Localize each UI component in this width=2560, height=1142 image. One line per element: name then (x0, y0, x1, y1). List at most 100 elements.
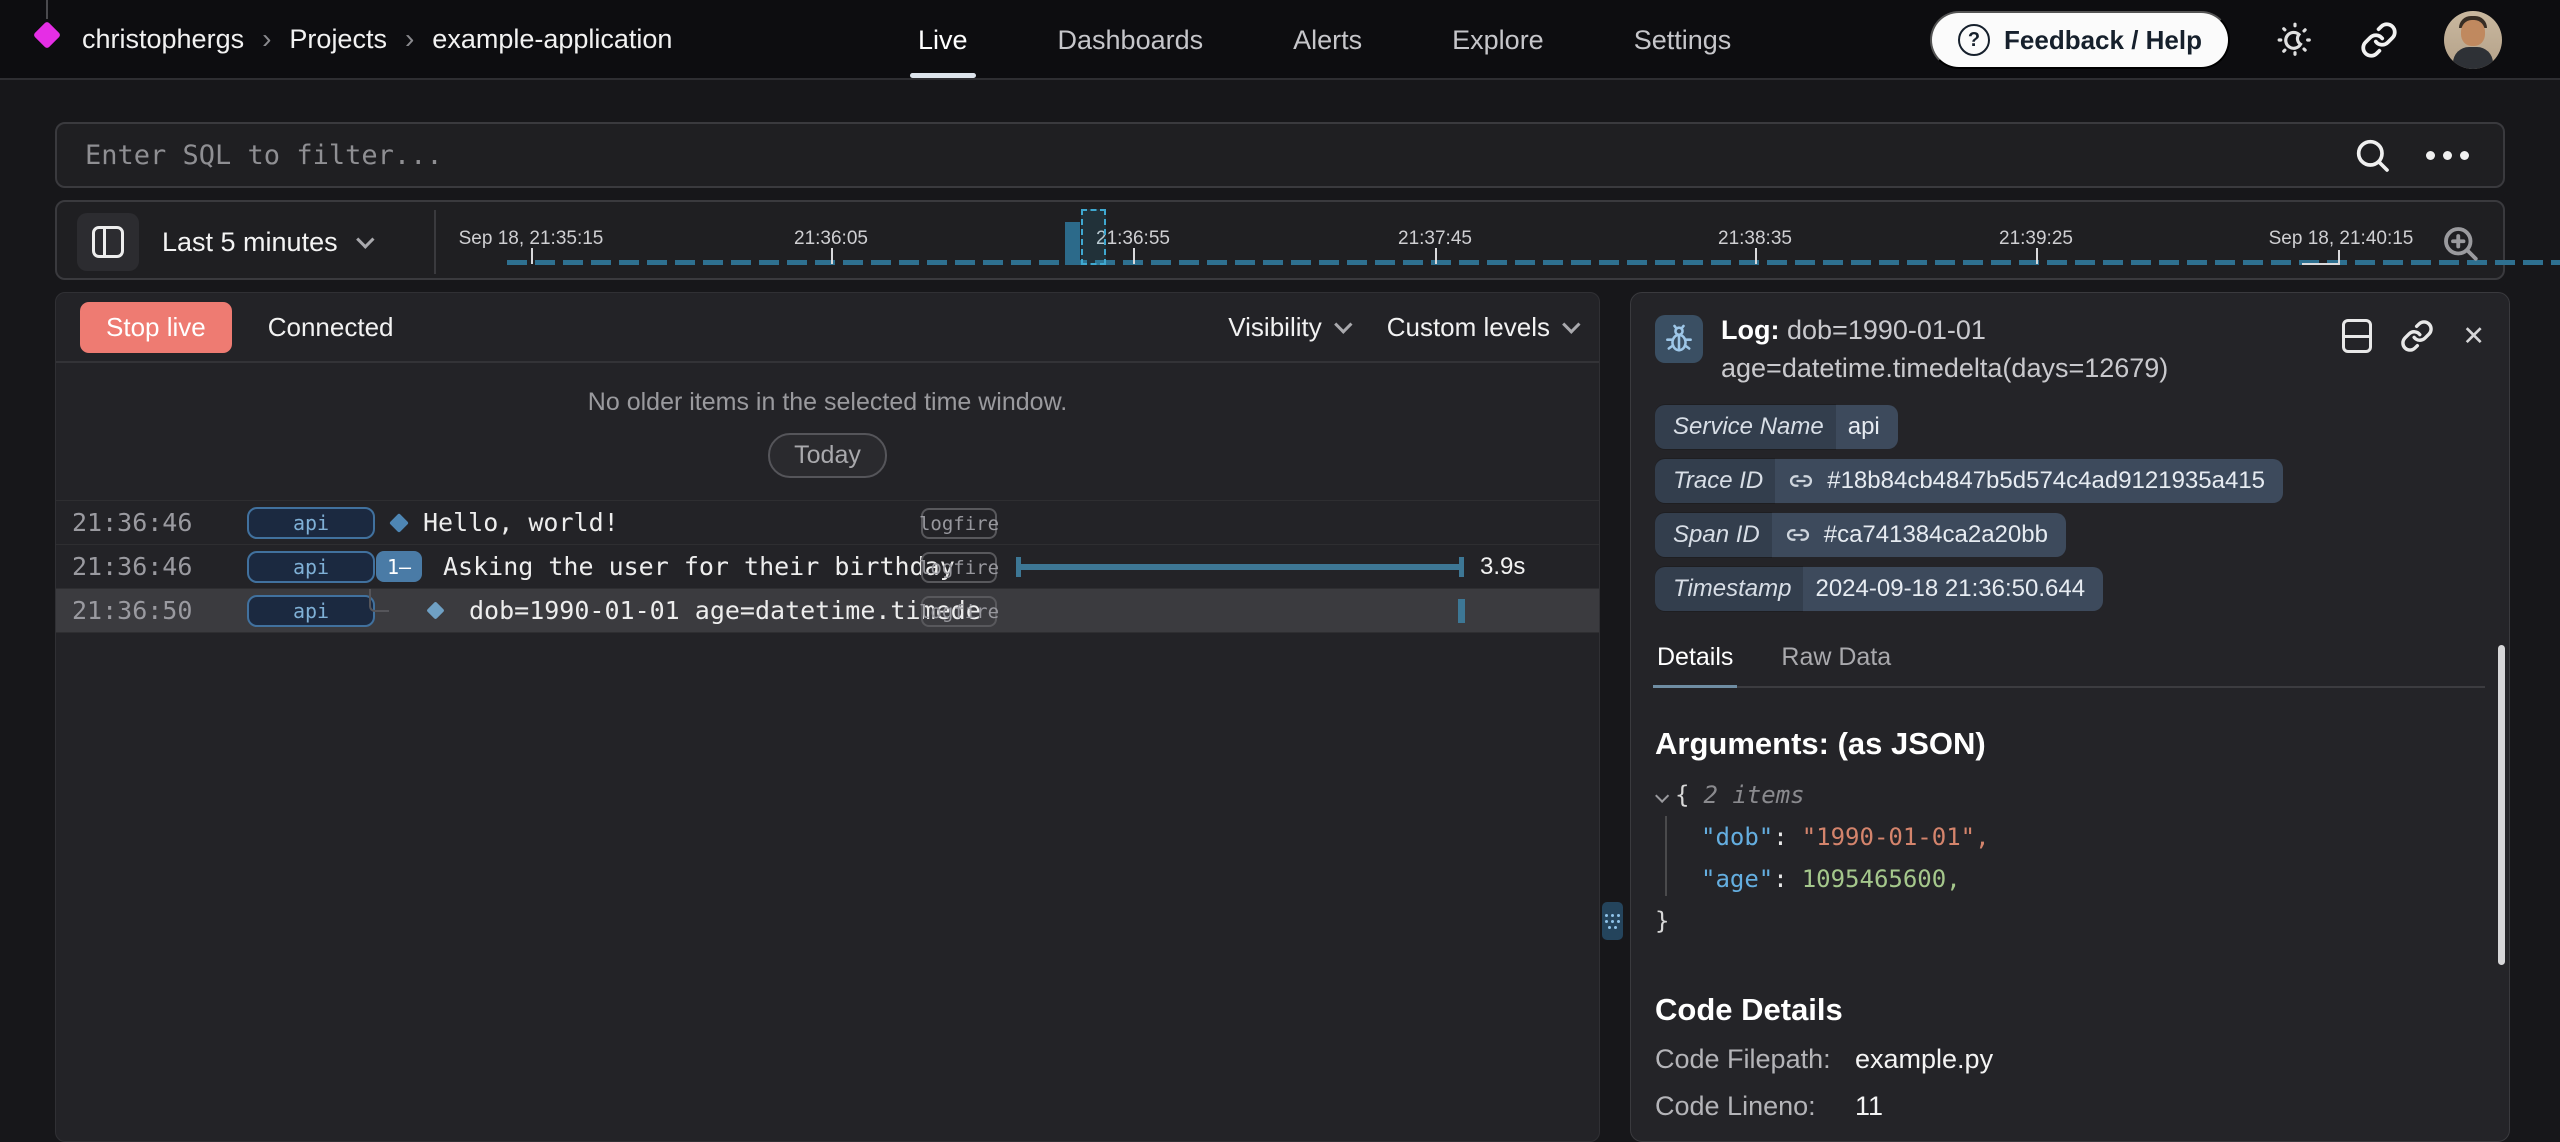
collapse-children-badge[interactable]: 1– (376, 551, 422, 582)
log-diamond-icon (426, 601, 444, 619)
detail-title: Log: dob=1990-01-01 age=datetime.timedel… (1721, 311, 2168, 387)
search-icon[interactable] (2352, 135, 2392, 175)
avatar-face (2461, 20, 2485, 46)
breadcrumb-projects[interactable]: Projects (289, 24, 387, 55)
timeline-tick (1435, 248, 1437, 264)
timeline-zoom-in-icon[interactable] (2439, 222, 2481, 264)
main-nav: Live Dashboards Alerts Explore Settings (908, 0, 1741, 80)
split-view-icon[interactable] (2342, 319, 2372, 353)
stop-live-button[interactable]: Stop live (80, 302, 232, 353)
pill-value: #ca741384ca2a20bb (1824, 521, 2048, 549)
timeline-canvas[interactable]: Sep 18, 21:35:15 21:36:05 21:36:55 21:37… (447, 202, 2423, 282)
time-range-dropdown[interactable]: Last 5 minutes (162, 202, 369, 282)
service-badge[interactable]: api (247, 507, 375, 539)
tab-raw-data[interactable]: Raw Data (1779, 637, 1893, 686)
span-id-pill[interactable]: Span ID #ca741384ca2a20bb (1655, 513, 2066, 557)
breadcrumb-org[interactable]: christophergs (82, 24, 244, 55)
connection-status: Connected (268, 312, 394, 343)
log-row-selected[interactable]: 21:36:50 api dob=1990-01-01 age=datetime… (56, 589, 1599, 633)
breadcrumb: christophergs › Projects › example-appli… (82, 23, 672, 55)
json-viewer: {2 items "dob": "1990-01-01", "age":10954… (1655, 774, 2485, 942)
tab-explore[interactable]: Explore (1442, 0, 1554, 80)
user-avatar[interactable] (2444, 11, 2502, 69)
feedback-help-label: Feedback / Help (2004, 25, 2202, 56)
tab-details[interactable]: Details (1655, 637, 1735, 686)
collapse-caret-icon[interactable] (1655, 789, 1669, 803)
visibility-label: Visibility (1228, 312, 1321, 343)
close-icon[interactable]: ✕ (2462, 323, 2485, 350)
sidebar-toggle-button[interactable] (77, 213, 139, 271)
timestamp-pill[interactable]: Timestamp 2024-09-18 21:36:50.644 (1655, 567, 2103, 611)
logfire-logo-icon[interactable] (34, 0, 60, 79)
breadcrumb-project-name[interactable]: example-application (432, 24, 672, 55)
json-colon: : (1773, 823, 1787, 851)
json-key: "dob" (1701, 823, 1773, 851)
custom-levels-dropdown[interactable]: Custom levels (1387, 312, 1575, 343)
copy-link-icon[interactable] (2400, 319, 2434, 353)
service-name-pill[interactable]: Service Name api (1655, 405, 1898, 449)
today-button[interactable]: Today (768, 433, 887, 478)
feedback-help-button[interactable]: ? Feedback / Help (1930, 11, 2230, 69)
timeline-selection[interactable] (1081, 209, 1106, 265)
log-row[interactable]: 21:36:46 api Hello, world! logfire (56, 501, 1599, 545)
tab-settings[interactable]: Settings (1624, 0, 1742, 80)
question-circle-icon: ? (1958, 24, 1990, 56)
json-key: "age" (1701, 865, 1773, 893)
theme-toggle-icon[interactable] (2276, 21, 2314, 59)
logfire-tag[interactable]: logfire (921, 596, 997, 627)
service-badge[interactable]: api (247, 595, 375, 627)
json-string-value: "1990-01-01", (1802, 823, 1990, 851)
timeline-activity-bar[interactable] (1065, 222, 1080, 265)
link-icon (1784, 521, 1812, 549)
sql-filter-input[interactable] (57, 124, 2352, 186)
detail-header: Log: dob=1990-01-01 age=datetime.timedel… (1655, 311, 2485, 387)
visibility-dropdown[interactable]: Visibility (1228, 312, 1346, 343)
chevron-right-icon: › (405, 23, 414, 55)
logfire-tag[interactable]: logfire (921, 508, 997, 539)
empty-state-message: No older items in the selected time wind… (56, 388, 1599, 417)
filter-bar-icons (2352, 135, 2503, 175)
service-badge[interactable]: api (247, 551, 375, 583)
code-filepath-value: example.py (1855, 1044, 1993, 1075)
more-options-icon[interactable] (2426, 151, 2469, 160)
pill-value: #18b84cb4847b5d574c4ad9121935a415 (1827, 467, 2265, 495)
timeline-tick (1755, 248, 1757, 264)
tab-alerts[interactable]: Alerts (1283, 0, 1372, 80)
logfire-tag[interactable]: logfire (921, 552, 997, 583)
detail-tabs: Details Raw Data (1655, 637, 2485, 688)
json-number-value: 1095465600, (1802, 865, 1961, 893)
json-close-line: } (1655, 900, 2485, 942)
share-link-icon[interactable] (2360, 21, 2398, 59)
code-filepath-label: Code Filepath: (1655, 1044, 1855, 1075)
timeline-end-tick (2302, 250, 2340, 265)
logfire-app: christophergs › Projects › example-appli… (0, 0, 2560, 1142)
panel-resize-handle[interactable] (1602, 902, 1623, 940)
timeline-tick (2036, 248, 2038, 264)
timeline-tick-label: Sep 18, 21:40:15 (2269, 228, 2414, 250)
code-lineno-label: Code Lineno: (1655, 1091, 1855, 1122)
scrollbar-thumb[interactable] (2498, 645, 2505, 965)
detail-title-line2: age=datetime.timedelta(days=12679) (1721, 353, 2168, 383)
tab-live[interactable]: Live (908, 0, 978, 80)
log-row[interactable]: 21:36:46 api 1– Asking the user for thei… (56, 545, 1599, 589)
code-lineno-row: Code Lineno: 11 (1655, 1091, 2485, 1122)
empty-state: No older items in the selected time wind… (56, 363, 1599, 500)
timeline-tick-label: 21:39:25 (1999, 228, 2073, 250)
topbar-actions: ? Feedback / Help (1930, 0, 2502, 80)
code-lineno-value: 11 (1855, 1091, 1883, 1122)
log-message: dob=1990-01-01 age=datetime.timede (469, 596, 981, 625)
detail-actions: ✕ (2342, 311, 2485, 353)
chevron-down-icon (356, 230, 374, 248)
detail-title-kind: Log: (1721, 315, 1779, 345)
trace-id-pill[interactable]: Trace ID #18b84cb4847b5d574c4ad9121935a4… (1655, 459, 2283, 503)
bug-icon (1655, 315, 1703, 363)
time-range-label: Last 5 minutes (162, 227, 338, 258)
panel-left-icon (92, 226, 124, 258)
json-entry: "dob": "1990-01-01", (1655, 816, 2485, 858)
code-details-heading: Code Details (1655, 992, 2485, 1028)
chevron-down-icon (1562, 315, 1580, 333)
detail-attributes: Service Name api Trace ID #18b84cb4847b5… (1655, 405, 2485, 611)
json-open-line: {2 items (1655, 774, 2485, 816)
link-icon (1787, 467, 1815, 495)
tab-dashboards[interactable]: Dashboards (1048, 0, 1214, 80)
